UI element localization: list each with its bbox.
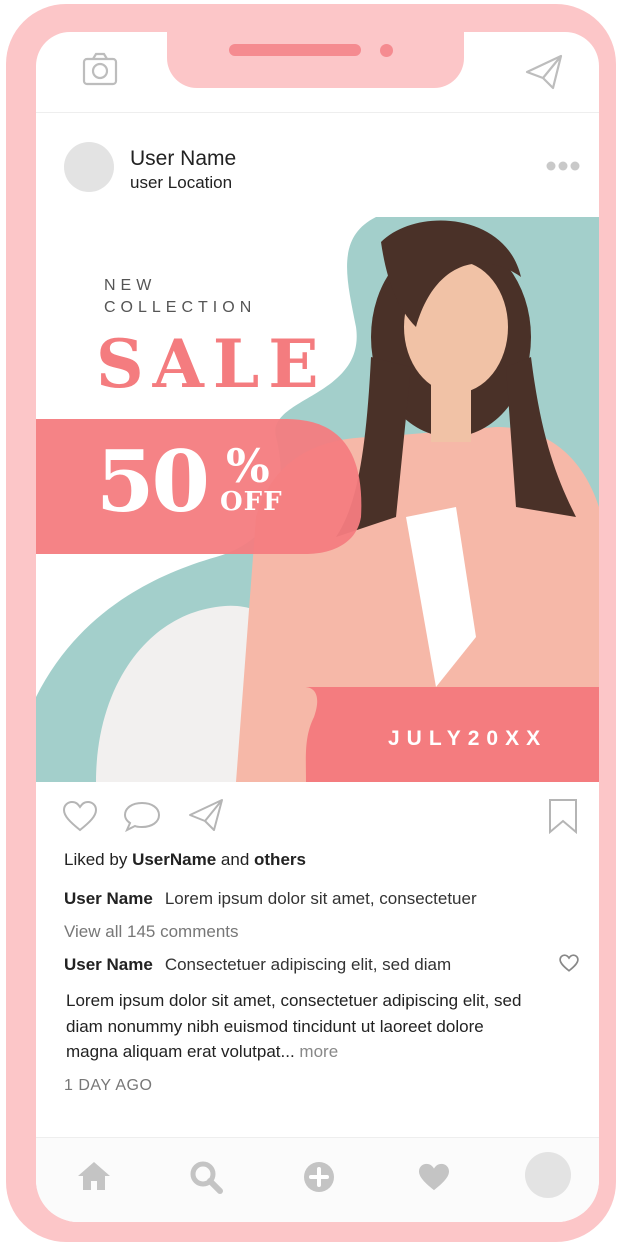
add-icon[interactable] (303, 1161, 335, 1193)
speaker-grille (229, 44, 361, 56)
send-icon[interactable] (525, 54, 563, 90)
post-image[interactable]: NEW COLLECTION SALE 50 % OFF JULY20XX (36, 217, 599, 782)
camera-icon[interactable] (82, 52, 118, 86)
view-all-comments-link[interactable]: View all 145 comments (64, 922, 239, 942)
promo-collection-label: COLLECTION (104, 299, 257, 316)
heart-icon[interactable] (417, 1162, 451, 1192)
comment-user[interactable]: User Name (64, 889, 153, 908)
comment-text: Lorem ipsum dolor sit amet, consectetuer (164, 889, 477, 908)
screen: User Name user Location NEW COLLECTION S… (36, 32, 599, 1222)
phone-frame: User Name user Location NEW COLLECTION S… (6, 4, 616, 1242)
comment-item: User Name Consectetuer adipiscing elit, s… (64, 955, 451, 975)
likes-prefix: Liked by (64, 850, 128, 869)
promo-off: OFF (220, 487, 283, 517)
promo-percent: % (226, 439, 270, 493)
promo-date: JULY20XX (388, 727, 548, 750)
likes-user[interactable]: UserName (132, 850, 216, 869)
bottom-nav (36, 1137, 599, 1222)
share-send-icon[interactable] (188, 798, 224, 832)
likes-and: and (220, 850, 250, 869)
comment-item: User Name Lorem ipsum dolor sit amet, con… (64, 889, 477, 909)
search-icon[interactable] (189, 1160, 223, 1194)
profile-avatar[interactable] (525, 1152, 571, 1198)
comment-body: Lorem ipsum dolor sit amet, consectetuer… (66, 988, 536, 1065)
promo-discount: 50 (96, 432, 210, 531)
likes-others[interactable]: others (254, 850, 306, 869)
post-header: User Name user Location (36, 112, 599, 217)
more-dots-icon[interactable] (546, 160, 580, 172)
comment-user[interactable]: User Name (64, 955, 153, 974)
comment-icon[interactable] (123, 800, 161, 832)
avatar[interactable] (64, 142, 114, 192)
promo-new-label: NEW (104, 277, 157, 294)
comment-body-text: Lorem ipsum dolor sit amet, consectetuer… (66, 991, 522, 1061)
post-user-name[interactable]: User Name (130, 147, 236, 171)
front-camera (380, 44, 393, 57)
heart-icon[interactable] (62, 800, 98, 832)
comment-text: Consectetuer adipiscing elit, sed diam (164, 955, 452, 974)
promo-sale-headline: SALE (96, 325, 328, 403)
more-link[interactable]: more (299, 1042, 338, 1061)
post-user-location[interactable]: user Location (130, 173, 232, 193)
comment-like-heart-icon[interactable] (559, 954, 579, 972)
home-icon[interactable] (76, 1160, 112, 1192)
bookmark-icon[interactable] (548, 798, 578, 834)
phone-notch (167, 30, 464, 88)
post-actions (36, 782, 599, 852)
post-time: 1 DAY AGO (64, 1077, 153, 1094)
likes-line: Liked by UserName and others (64, 850, 306, 870)
